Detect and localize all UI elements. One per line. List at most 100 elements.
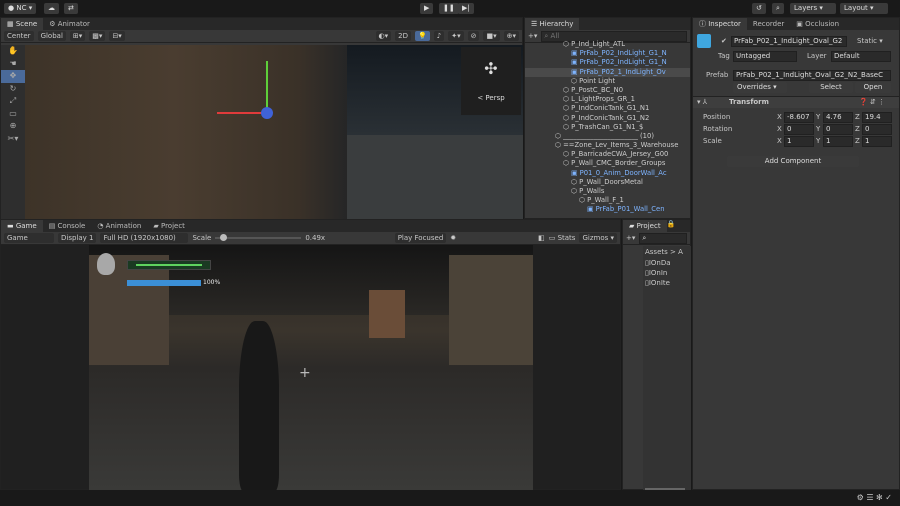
select-button[interactable]: Select xyxy=(809,82,853,93)
rotation-x-field[interactable]: 0 xyxy=(784,124,814,135)
overrides-dropdown[interactable]: Overrides ▾ xyxy=(733,82,787,93)
hierarchy-item[interactable]: ▣ PrFab_P01_Wall_Cen xyxy=(525,205,690,214)
audio-mute-icon[interactable]: ◧ xyxy=(538,234,545,242)
tab-hierarchy[interactable]: ☰ Hierarchy xyxy=(525,18,580,30)
y-axis-handle[interactable] xyxy=(266,61,268,113)
view-tool-icon[interactable]: ✋ xyxy=(1,45,25,58)
hierarchy-item[interactable]: ⬡ P_IndConicTank_G1_N1 xyxy=(525,104,690,113)
rotate-tool-icon[interactable]: ↻ xyxy=(1,83,25,96)
tab-recorder[interactable]: Recorder xyxy=(747,18,790,30)
increment-icon[interactable]: ⊟▾ xyxy=(109,31,125,41)
scale-y-field[interactable]: 1 xyxy=(823,136,853,147)
position-z-field[interactable]: 19.4 xyxy=(862,112,892,123)
custom-tool-icon[interactable]: ✂▾ xyxy=(1,133,25,146)
x-axis-handle[interactable] xyxy=(217,112,267,114)
hierarchy-item[interactable]: ⬡ P_IndConicTank_G1_N2 xyxy=(525,114,690,123)
tab-project-panel[interactable]: ▰ Project xyxy=(623,220,667,232)
hierarchy-item[interactable]: ▣ PrFab_P02_IndLight_G1_N xyxy=(525,58,690,67)
z-axis-handle[interactable] xyxy=(261,107,273,119)
position-x-field[interactable]: -8.607 xyxy=(784,112,814,123)
draw-mode-icon[interactable]: ◐▾ xyxy=(375,31,392,41)
hierarchy-item[interactable]: ⬡ P_Wall_DoorsMetal xyxy=(525,178,690,187)
hierarchy-item[interactable]: ⬡ P_TrashCan_G1_N1_$ xyxy=(525,123,690,132)
pause-button[interactable]: ❚❚ xyxy=(439,3,459,14)
rotation-y-field[interactable]: 0 xyxy=(823,124,853,135)
object-name-field[interactable]: PrFab_P02_1_IndLight_Oval_G2 xyxy=(731,36,847,47)
transform-header[interactable]: ▾ ⅄ Transform ❓ ⇵ ⋮ xyxy=(693,96,899,108)
move-tool-icon[interactable]: ✥ xyxy=(1,70,25,83)
scale-slider[interactable] xyxy=(215,234,302,241)
view-gizmo[interactable]: ✣ < Persp xyxy=(461,47,521,115)
status-icons[interactable]: ⚙ ☰ ✻ ✓ xyxy=(857,493,892,502)
hierarchy-item[interactable]: ▣ PrFab_P02_1_IndLight_Ov xyxy=(525,67,690,77)
toggle-2d-button[interactable]: 2D xyxy=(395,31,412,41)
tab-occlusion[interactable]: ▣ Occlusion xyxy=(790,18,845,30)
hand-tool-icon[interactable]: ☚ xyxy=(1,58,25,71)
project-file[interactable]: ▯IOnDa xyxy=(643,258,691,268)
component-menu-icon[interactable]: ❓ ⇵ ⋮ xyxy=(859,98,885,106)
hierarchy-item[interactable]: ⬡ P_Walls xyxy=(525,187,690,196)
lock-icon[interactable]: 🔒 xyxy=(667,220,676,232)
static-toggle[interactable]: Static ▾ xyxy=(857,37,883,45)
tab-game[interactable]: ▬ Game xyxy=(1,220,43,232)
layers-dropdown[interactable]: Layers ▾ xyxy=(790,3,836,14)
play-button[interactable]: ▶ xyxy=(420,3,434,14)
persp-label[interactable]: < Persp xyxy=(461,94,521,102)
hierarchy-item[interactable]: ⬡ P_Ind_Light_ATL xyxy=(525,40,690,49)
pivot-dropdown[interactable]: Center xyxy=(4,31,34,41)
game-viewport[interactable]: 100% + xyxy=(89,245,533,491)
hierarchy-item[interactable]: ▣ PrFab_P02_IndLight_G1_N xyxy=(525,49,690,58)
play-focused-dropdown[interactable]: Play Focused xyxy=(394,233,447,243)
active-checkbox[interactable]: ✔ xyxy=(721,37,727,45)
search-icon[interactable]: ⌕ xyxy=(772,3,784,14)
add-icon[interactable]: +▾ xyxy=(528,32,537,40)
layout-dropdown[interactable]: Layout ▾ xyxy=(840,3,888,14)
project-file[interactable]: ▯IOnIte xyxy=(643,278,691,288)
hierarchy-item[interactable]: ⬡ L_LightProps_GR_1 xyxy=(525,95,690,104)
lighting-icon[interactable]: 💡 xyxy=(415,31,430,41)
prefab-field[interactable]: PrFab_P02_1_IndLight_Oval_G2_N2_BaseC xyxy=(733,70,891,81)
hierarchy-item[interactable]: ⬡ P_Wall_F_1 xyxy=(525,196,690,205)
add-icon[interactable]: +▾ xyxy=(626,234,635,242)
space-dropdown[interactable]: Global xyxy=(37,31,66,41)
scale-slider-handle[interactable] xyxy=(219,234,227,241)
history-icon[interactable]: ↺ xyxy=(752,3,766,14)
scale-tool-icon[interactable]: ⤢ xyxy=(1,95,25,108)
transform-tool-icon[interactable]: ⊕ xyxy=(1,120,25,133)
gizmos-dropdown[interactable]: Gizmos ▾ xyxy=(579,233,617,243)
scene-viewport[interactable]: ✣ < Persp xyxy=(25,45,523,219)
display-dropdown[interactable]: Display 1 xyxy=(58,233,97,243)
tab-scene[interactable]: ▦ Scene xyxy=(1,18,44,30)
camera-icon[interactable]: ■▾ xyxy=(483,31,500,41)
cloud-icon[interactable]: ☁ xyxy=(44,3,59,14)
gizmos-icon[interactable]: ⊕▾ xyxy=(503,31,519,41)
stats-button[interactable]: ▭ Stats xyxy=(549,234,576,242)
grid-snap-icon[interactable]: ⊞▾ xyxy=(69,31,86,41)
tag-dropdown[interactable]: Untagged xyxy=(733,51,797,62)
tab-animation[interactable]: ◔ Animation xyxy=(91,220,147,232)
project-search[interactable]: ⌕ xyxy=(639,232,687,244)
effects-icon[interactable]: ✦▾ xyxy=(448,31,464,41)
add-component-button[interactable]: Add Component xyxy=(727,156,859,167)
hierarchy-item[interactable]: ⬡ ______________________ (10) xyxy=(525,132,690,141)
scale-z-field[interactable]: 1 xyxy=(862,136,892,147)
account-button[interactable]: ● NC ▾ xyxy=(4,3,37,14)
tab-project[interactable]: ▰ Project xyxy=(147,220,191,232)
tab-console[interactable]: ▤ Console xyxy=(43,220,92,232)
position-y-field[interactable]: 4.76 xyxy=(823,112,853,123)
rect-tool-icon[interactable]: ▭ xyxy=(1,108,25,121)
scale-x-field[interactable]: 1 xyxy=(784,136,814,147)
hierarchy-item[interactable]: ▣ P01_0_Anim_DoorWall_Ac xyxy=(525,169,690,178)
grid-icon[interactable]: ▩▾ xyxy=(89,31,106,41)
hierarchy-item[interactable]: ⬡ P_Wall_CMC_Border_Groups xyxy=(525,159,690,168)
hidden-icon[interactable]: ⊘ xyxy=(467,31,480,41)
resolution-dropdown[interactable]: Full HD (1920x1080) xyxy=(100,233,189,243)
hierarchy-item[interactable]: ⬡ P_PostC_BC_N0 xyxy=(525,86,690,95)
hierarchy-item[interactable]: ⬡ ==Zone_Lev_Items_3_Warehouse xyxy=(525,141,690,150)
hierarchy-item[interactable]: ⬡ Point Light xyxy=(525,77,690,86)
collab-icon[interactable]: ⇄ xyxy=(64,3,78,14)
layer-dropdown[interactable]: Default xyxy=(831,51,891,62)
open-button[interactable]: Open xyxy=(855,82,891,93)
step-button[interactable]: ▶| xyxy=(458,3,474,14)
axis-gizmo-icon[interactable]: ✣ xyxy=(461,59,521,78)
